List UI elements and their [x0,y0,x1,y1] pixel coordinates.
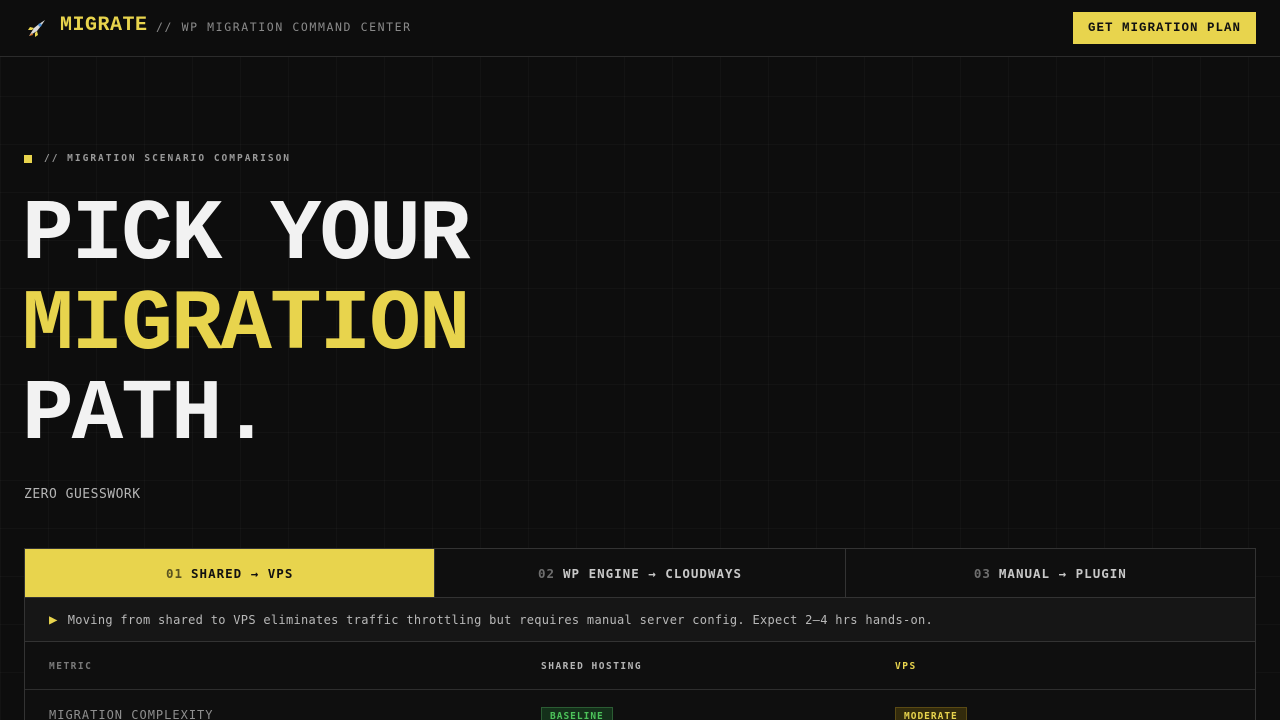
play-arrow-icon: ▶ [49,611,58,628]
rocket-icon [28,20,45,37]
brand-name[interactable]: MIGRATE [60,14,148,37]
get-migration-plan-button[interactable]: GET MIGRATION PLAN [1073,12,1256,44]
eyebrow-marker [24,155,32,163]
tab-label: SHARED → VPS [191,565,294,581]
hero-line-1: PICK YOUR [22,186,470,284]
scenario-note-text: Moving from shared to VPS eliminates tra… [67,612,934,627]
comparison-panel: 01 SHARED → VPS 02 WP ENGINE → CLOUDWAYS… [24,548,1256,720]
column-header-shared-hosting: SHARED HOSTING [541,661,643,672]
scenario-note: ▶ Moving from shared to VPS eliminates t… [25,598,1255,642]
row-metric-label: MIGRATION COMPLEXITY [49,708,214,720]
status-badge: MODERATE [895,707,967,720]
tab-number: 01 [165,565,184,581]
scenario-tabs: 01 SHARED → VPS 02 WP ENGINE → CLOUDWAYS… [25,549,1255,598]
table-row: MIGRATION COMPLEXITY BASELINE MODERATE [25,690,1255,720]
tab-number: 03 [973,565,991,581]
column-header-vps: VPS [895,661,917,672]
top-bar: MIGRATE // WP MIGRATION COMMAND CENTER G… [0,0,1280,57]
tab-number: 02 [537,565,555,581]
tab-label: MANUAL → PLUGIN [998,565,1127,581]
tab-manual-to-plugin[interactable]: 03 MANUAL → PLUGIN [846,549,1255,597]
hero-title: PICK YOUR MIGRATION PATH. [22,186,470,464]
comparison-table-header: METRIC SHARED HOSTING VPS [25,642,1255,690]
hero-line-2: MIGRATION [22,276,470,374]
status-badge: BASELINE [541,707,613,720]
hero-line-3: PATH. [22,366,272,464]
tab-shared-to-vps[interactable]: 01 SHARED → VPS [25,549,436,597]
column-header-metric: METRIC [49,661,93,672]
section-eyebrow: // MIGRATION SCENARIO COMPARISON [44,153,292,164]
tab-wp-engine-to-cloudways[interactable]: 02 WP ENGINE → CLOUDWAYS [435,549,846,597]
brand-tagline: // WP MIGRATION COMMAND CENTER [156,20,412,34]
tab-label: WP ENGINE → CLOUDWAYS [563,565,743,581]
hero-subhead: ZERO GUESSWORK [24,487,141,502]
